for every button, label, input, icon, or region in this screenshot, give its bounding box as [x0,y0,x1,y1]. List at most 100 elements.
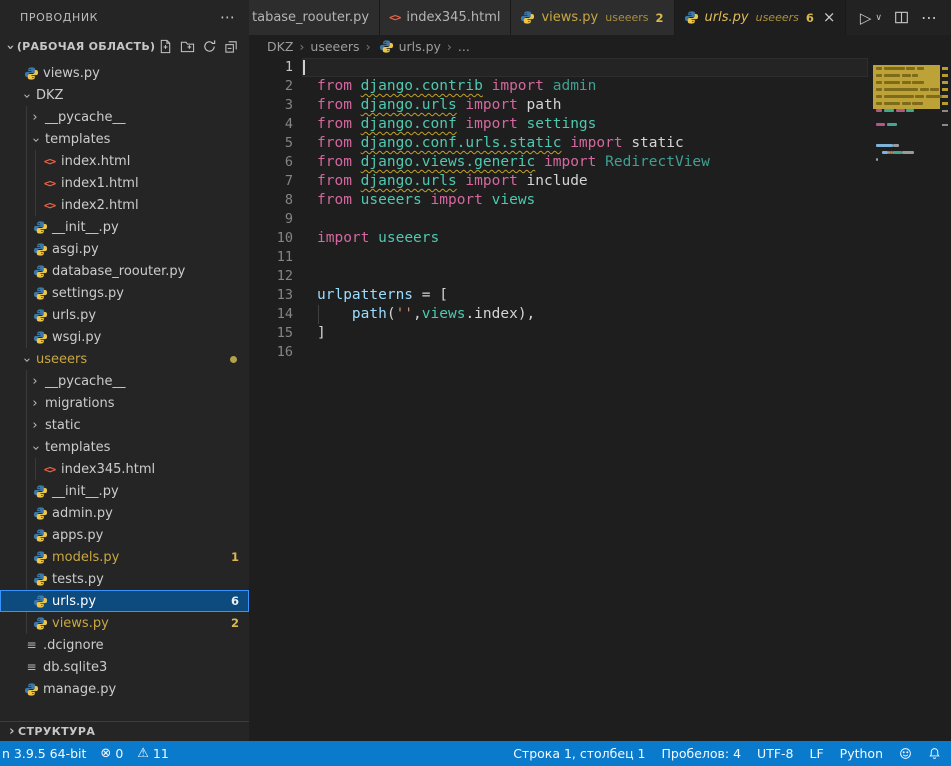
tab-urls.py[interactable]: urls.py useeers6× [675,0,847,35]
chevron-down-icon[interactable]: › [29,134,42,146]
chevron-down-icon[interactable]: › [29,442,42,454]
tree-item-asgi.py[interactable]: asgi.py [0,238,249,260]
code-line-7[interactable]: 7from django.urls import include [249,172,951,191]
tree-item-models.py[interactable]: models.py 1 [0,546,249,568]
line-content: import useeers [317,229,439,248]
ruler-warning-mark [942,102,948,105]
minimap-line [893,144,899,147]
status-11[interactable]: ⚠11 [137,746,169,761]
code-line-11[interactable]: 11 [249,248,951,267]
tree-item-__init__.py[interactable]: __init__.py [0,480,249,502]
tree-item-__pycache__[interactable]: ›__pycache__ [0,370,249,392]
close-icon[interactable]: × [823,10,836,25]
collapse-all-icon[interactable] [224,39,239,54]
code-line-15[interactable]: 15] [249,324,951,343]
breadcrumb-separator-icon: › [299,39,304,54]
tree-item-useeers[interactable]: ›useeers [0,348,249,370]
tree-item-migrations[interactable]: ›migrations [0,392,249,414]
tree-item-settings.py[interactable]: settings.py [0,282,249,304]
status-text: 0 [115,746,123,761]
chevron-down-icon[interactable]: › [20,90,33,102]
status-строка-1-столбец-1[interactable]: Строка 1, столбец 1 [513,746,645,761]
outline-section-header[interactable]: › СТРУКТУРА [0,721,249,741]
tree-item-manage.py[interactable]: manage.py [0,678,249,700]
chevron-right-icon[interactable]: › [29,111,41,124]
tree-item-.dcignore[interactable]: ≡.dcignore [0,634,249,656]
tree-item-wsgi.py[interactable]: wsgi.py [0,326,249,348]
breadcrumb-item-useeers[interactable]: useeers [310,39,359,54]
workspace-section-header[interactable]: › (РАБОЧАЯ ОБЛАСТЬ) ... [0,34,249,58]
tree-item-static[interactable]: ›static [0,414,249,436]
tree-item-apps.py[interactable]: apps.py [0,524,249,546]
tab-views.py[interactable]: views.py useeers2 [511,0,674,35]
code-line-5[interactable]: 5from django.conf.urls.static import sta… [249,134,951,153]
chevron-right-icon[interactable]: › [29,375,41,388]
tree-item-templates[interactable]: ›templates [0,436,249,458]
tab-tabase_roouter.py[interactable]: tabase_roouter.py [249,0,380,35]
file-icon: ≡ [24,638,39,652]
tree-item-views.py[interactable]: views.py 2 [0,612,249,634]
code-line-2[interactable]: 2from django.contrib import admin [249,77,951,96]
tree-item-urls.py[interactable]: urls.py 6 [0,590,249,612]
new-file-icon[interactable] [158,39,173,54]
ruler-warning-mark [942,74,948,77]
tree-item-DKZ[interactable]: ›DKZ [0,84,249,106]
status-feedback[interactable] [899,747,912,760]
new-folder-icon[interactable] [180,39,195,54]
html-icon: <> [42,463,57,476]
breadcrumb-item-urls.py[interactable]: urls.py [399,39,441,54]
status-n-3-9-5-64-bit[interactable]: n 3.9.5 64-bit [2,746,86,761]
line-number: 5 [249,134,293,153]
status-lf[interactable]: LF [810,746,824,761]
chevron-right-icon[interactable]: › [29,419,41,432]
line-number: 11 [249,248,293,267]
status-0[interactable]: ⊗0 [100,746,123,761]
refresh-icon[interactable] [202,39,217,54]
tree-item-views.py[interactable]: views.py [0,62,249,84]
code-line-3[interactable]: 3from django.urls import path [249,96,951,115]
status-notifications[interactable] [928,747,941,760]
code-line-9[interactable]: 9 [249,210,951,229]
tree-item-urls.py[interactable]: urls.py [0,304,249,326]
code-line-1[interactable]: 1 [249,58,951,77]
tree-item-templates[interactable]: ›templates [0,128,249,150]
tree-item-index1.html[interactable]: <>index1.html [0,172,249,194]
minimap-line [876,81,882,84]
code-editor[interactable]: 12from django.contrib import admin3from … [249,57,951,741]
code-line-4[interactable]: 4from django.conf import settings [249,115,951,134]
split-editor-icon[interactable] [894,10,909,25]
minimap[interactable] [873,57,940,741]
ruler-warning-mark [942,88,948,91]
code-line-10[interactable]: 10import useeers [249,229,951,248]
run-button[interactable]: ▷ [860,9,872,27]
overview-ruler[interactable] [940,57,950,741]
more-actions-icon[interactable]: ⋯ [921,8,937,27]
tree-item-tests.py[interactable]: tests.py [0,568,249,590]
breadcrumb-item-...[interactable]: ... [458,39,470,54]
code-line-12[interactable]: 12 [249,267,951,286]
minimap-line [902,81,911,84]
code-line-6[interactable]: 6from django.views.generic import Redire… [249,153,951,172]
tree-item-__pycache__[interactable]: ›__pycache__ [0,106,249,128]
status-python[interactable]: Python [840,746,883,761]
status-utf-8[interactable]: UTF-8 [757,746,793,761]
tree-item-index345.html[interactable]: <>index345.html [0,458,249,480]
tree-item-database_roouter.py[interactable]: database_roouter.py [0,260,249,282]
code-line-14[interactable]: 14 path('',views.index), [249,305,951,324]
tree-item-__init__.py[interactable]: __init__.py [0,216,249,238]
chevron-right-icon[interactable]: › [29,397,41,410]
chevron-down-icon[interactable]: › [20,354,33,366]
tab-index345.html[interactable]: <> index345.html [380,0,511,35]
status-пробелов-4[interactable]: Пробелов: 4 [662,746,742,761]
tree-item-index2.html[interactable]: <>index2.html [0,194,249,216]
tree-item-db.sqlite3[interactable]: ≡db.sqlite3 [0,656,249,678]
breadcrumb-item-DKZ[interactable]: DKZ [267,39,293,54]
more-actions-icon[interactable]: ⋯ [220,10,235,25]
tab-problems-badge: 6 [806,11,814,25]
tree-item-admin.py[interactable]: admin.py [0,502,249,524]
code-line-13[interactable]: 13urlpatterns = [ [249,286,951,305]
run-dropdown-icon[interactable]: ∨ [875,13,882,23]
tree-item-index.html[interactable]: <>index.html [0,150,249,172]
code-line-8[interactable]: 8from useeers import views [249,191,951,210]
code-line-16[interactable]: 16 [249,343,951,362]
